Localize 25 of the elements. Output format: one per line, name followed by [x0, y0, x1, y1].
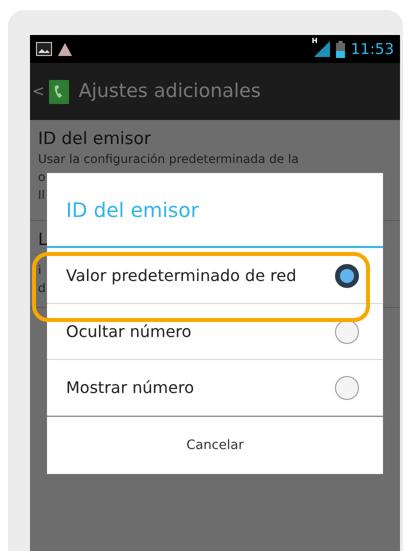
warning-icon — [58, 42, 72, 56]
back-button[interactable]: < — [32, 80, 45, 103]
radio-button[interactable] — [335, 376, 359, 400]
signal-icon — [312, 41, 330, 57]
option-row[interactable]: Ocultar número — [47, 304, 383, 360]
option-row[interactable]: Mostrar número — [47, 360, 383, 416]
setting-summary: o — [38, 169, 46, 186]
setting-title: ID del emisor — [38, 128, 152, 150]
screen-title: Ajustes adicionales — [78, 79, 261, 104]
option-label: Ocultar número — [66, 320, 192, 342]
option-label: Valor predeterminado de red — [66, 264, 296, 286]
option-row[interactable]: Valor predeterminado de red — [47, 248, 383, 304]
phone-app-icon — [48, 80, 69, 104]
dialog-title: ID del emisor — [66, 196, 199, 224]
cancel-button[interactable]: Cancelar — [166, 428, 264, 464]
setting-summary: d — [38, 280, 46, 297]
radio-button[interactable] — [335, 264, 359, 288]
option-label: Mostrar número — [66, 376, 194, 398]
setting-summary: Il — [38, 187, 45, 204]
image-icon — [36, 42, 52, 56]
setting-summary: i — [38, 262, 42, 279]
battery-icon — [336, 40, 345, 58]
setting-title: L — [38, 229, 48, 251]
setting-summary: Usar la configuración predeterminada de la — [38, 151, 299, 168]
clock-time: 11:53 — [350, 38, 394, 60]
